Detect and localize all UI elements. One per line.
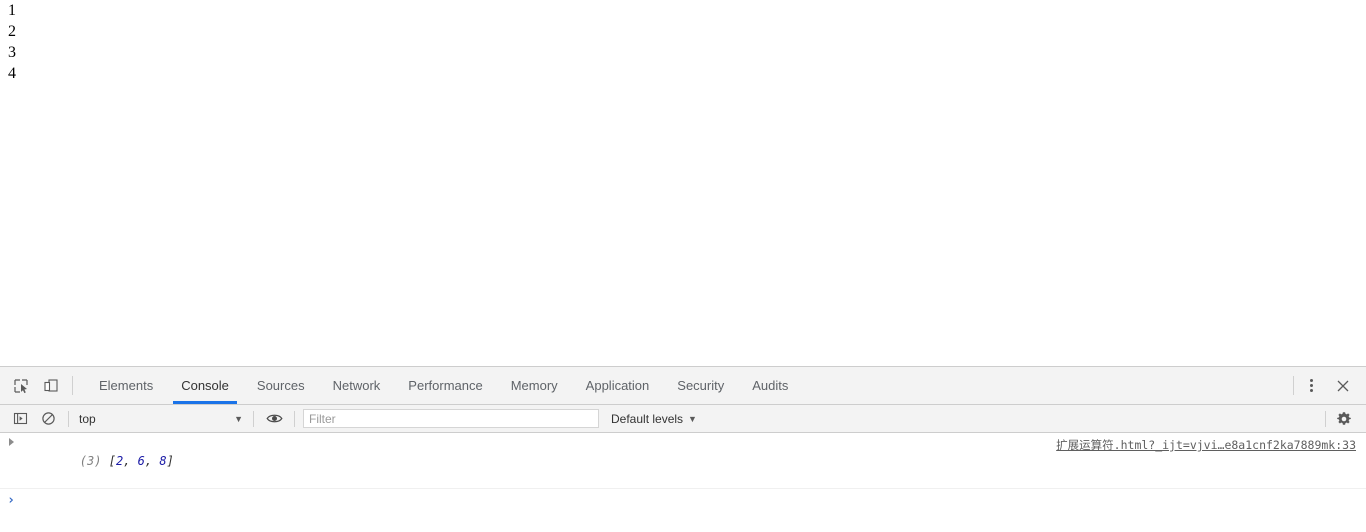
log-levels-dropdown[interactable]: Default levels ▼ xyxy=(611,412,697,426)
tab-memory[interactable]: Memory xyxy=(497,367,572,404)
console-toolbar-actions xyxy=(1325,406,1366,432)
console-filter-toolbar: top ▼ Default levels ▼ xyxy=(0,405,1366,433)
page-text-line: 3 xyxy=(8,44,16,61)
tab-audits[interactable]: Audits xyxy=(738,367,802,404)
page-text-line: 1 xyxy=(8,2,16,19)
eye-glyph xyxy=(265,414,283,423)
array-open-bracket: [ xyxy=(108,454,116,468)
settings-gear-icon[interactable] xyxy=(1330,406,1358,432)
array-value: 8 xyxy=(159,454,167,468)
toolbar-divider xyxy=(1293,376,1294,395)
close-icon[interactable] xyxy=(1326,367,1360,404)
tab-network[interactable]: Network xyxy=(319,367,395,404)
console-prompt-row[interactable]: › xyxy=(0,489,1366,515)
inspect-element-icon[interactable] xyxy=(6,367,36,404)
console-message-row[interactable]: (3) [2, 6, 8] 扩展运算符.html?_ijt=vjvi…e8a1c… xyxy=(0,433,1366,489)
log-levels-label: Default levels xyxy=(611,411,684,426)
expand-triangle-icon[interactable] xyxy=(0,436,22,446)
devtools-panel: Elements Console Sources Network Perform… xyxy=(0,366,1366,532)
console-sidebar-icon[interactable] xyxy=(6,406,34,432)
devtools-tabbar: Elements Console Sources Network Perform… xyxy=(0,367,1366,405)
console-message-text: (3) [2, 6, 8] xyxy=(22,436,174,485)
page-text-line: 2 xyxy=(8,23,16,40)
tab-performance[interactable]: Performance xyxy=(394,367,496,404)
page-text-line: 4 xyxy=(8,65,16,82)
console-message-list: (3) [2, 6, 8] 扩展运算符.html?_ijt=vjvi…e8a1c… xyxy=(0,433,1366,532)
more-options-icon[interactable] xyxy=(1296,367,1326,404)
tab-security[interactable]: Security xyxy=(663,367,738,404)
toolbar-divider xyxy=(294,410,295,427)
execution-context-dropdown[interactable]: top ▼ xyxy=(75,409,247,429)
rendered-page-content: 1 2 3 4 xyxy=(0,0,1366,366)
toolbar-divider xyxy=(72,376,73,395)
expand-triangle-glyph xyxy=(8,438,14,446)
tab-sources[interactable]: Sources xyxy=(243,367,319,404)
toolbar-divider xyxy=(1325,410,1326,427)
array-value: 6 xyxy=(137,454,145,468)
chevron-down-icon: ▼ xyxy=(688,413,697,424)
tab-elements[interactable]: Elements xyxy=(85,367,167,404)
inspect-element-glyph xyxy=(14,378,28,393)
toolbar-divider xyxy=(253,410,254,427)
close-glyph xyxy=(1337,380,1349,391)
console-filter-input[interactable] xyxy=(303,409,599,428)
prompt-chevron-icon: › xyxy=(7,493,15,508)
clear-console-glyph xyxy=(41,412,55,425)
device-toolbar-icon[interactable] xyxy=(36,367,66,404)
devtools-tab-list: Elements Console Sources Network Perform… xyxy=(85,367,802,404)
console-source-link[interactable]: 扩展运算符.html?_ijt=vjvi…e8a1cnf2ka7889mk:33 xyxy=(1056,436,1356,453)
live-expression-eye-icon[interactable] xyxy=(260,406,288,432)
console-sidebar-glyph xyxy=(13,412,27,425)
console-prompt-input[interactable] xyxy=(22,493,1366,509)
toolbar-divider xyxy=(68,410,69,427)
array-length-badge: (3) xyxy=(79,454,102,468)
chevron-down-icon: ▼ xyxy=(234,413,243,424)
tab-application[interactable]: Application xyxy=(572,367,664,404)
devtools-tabbar-actions xyxy=(1285,367,1366,404)
array-close-bracket: ] xyxy=(166,454,174,468)
gear-glyph xyxy=(1337,411,1351,425)
device-toolbar-glyph xyxy=(44,378,58,392)
clear-console-icon[interactable] xyxy=(34,406,62,432)
array-separator: , xyxy=(144,454,160,468)
execution-context-value: top xyxy=(79,411,96,426)
array-separator: , xyxy=(123,454,138,468)
tab-console[interactable]: Console xyxy=(167,367,243,404)
